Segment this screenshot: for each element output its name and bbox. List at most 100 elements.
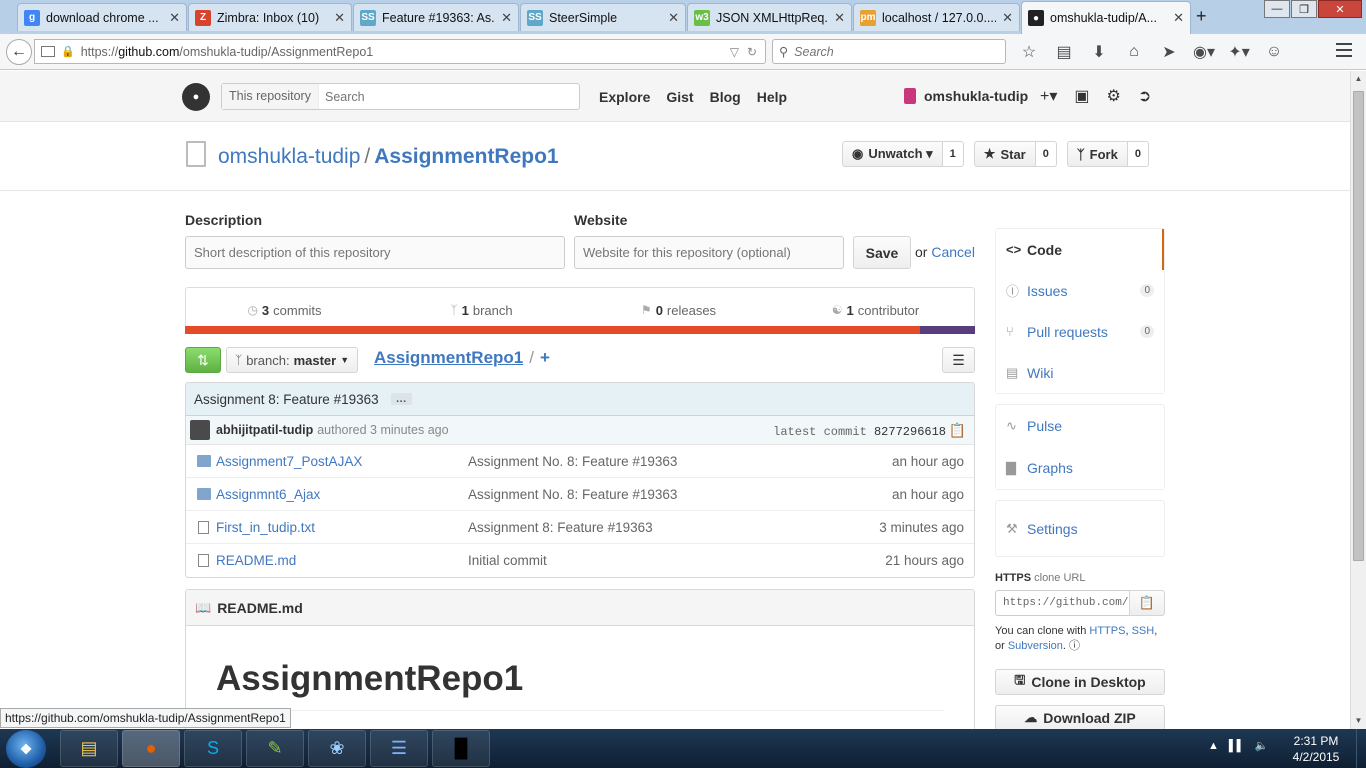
sidebar-item-code[interactable]: <> Code: [996, 229, 1164, 270]
browser-tab[interactable]: ● omshukla-tudip/A... ✕: [1021, 1, 1191, 34]
browser-search-bar[interactable]: ⚲: [772, 39, 1006, 64]
expand-commit-button[interactable]: …: [390, 393, 412, 405]
maximize-button[interactable]: ❐: [1291, 0, 1317, 18]
skype-icon[interactable]: S: [184, 730, 242, 767]
paint-icon[interactable]: ❀: [308, 730, 366, 767]
repo-owner-link[interactable]: omshukla-tudip: [218, 145, 360, 168]
clone-url-box[interactable]: [995, 590, 1130, 616]
tray-expand-icon[interactable]: ▲: [1208, 740, 1219, 752]
close-tab-icon[interactable]: ✕: [169, 10, 180, 26]
github-logo-icon[interactable]: ●: [182, 83, 210, 111]
extension-icon[interactable]: ✦▾: [1226, 42, 1252, 62]
new-tab-button[interactable]: +: [1196, 6, 1207, 27]
star-count[interactable]: 0: [1035, 141, 1057, 167]
language-segment-1[interactable]: [185, 326, 920, 334]
scroll-up-arrow[interactable]: ▲: [1351, 71, 1366, 87]
help-icon[interactable]: ⓘ: [1069, 640, 1080, 652]
command-prompt-icon[interactable]: █: [432, 730, 490, 767]
close-tab-icon[interactable]: ✕: [334, 10, 345, 26]
fork-count[interactable]: 0: [1127, 141, 1149, 167]
reload-icon[interactable]: ↻: [747, 45, 757, 59]
close-tab-icon[interactable]: ✕: [668, 10, 679, 26]
control-panel-icon[interactable]: ☰: [370, 730, 428, 767]
clone-svn-link[interactable]: Subversion: [1008, 640, 1063, 652]
description-input[interactable]: [186, 237, 564, 268]
branch-selector[interactable]: ᛉ branch: master ▼: [226, 347, 359, 373]
unwatch-button[interactable]: ◉ Unwatch ▾: [842, 141, 943, 167]
bookmarks-menu-icon[interactable]: ▤: [1051, 42, 1077, 62]
clock[interactable]: 2:31 PM 4/2/2015: [1286, 733, 1346, 765]
website-input[interactable]: [575, 237, 843, 268]
scroll-down-arrow[interactable]: ▼: [1351, 713, 1366, 729]
sidebar-item-pull-requests[interactable]: ⑂ Pull requests 0: [996, 311, 1164, 352]
list-view-button[interactable]: ☰: [942, 347, 975, 373]
url-dropdown-icon[interactable]: ▽: [730, 45, 739, 59]
sidebar-item-pulse[interactable]: ∿ Pulse: [996, 405, 1164, 446]
copy-clone-url-button[interactable]: 📋: [1129, 590, 1165, 616]
close-window-button[interactable]: ✕: [1318, 0, 1362, 18]
network-icon[interactable]: ▌▌: [1229, 740, 1245, 752]
browser-tab[interactable]: g download chrome ... ✕: [17, 3, 187, 31]
file-name-link[interactable]: Assignmnt6_Ajax: [216, 487, 468, 502]
notepad-plus-icon[interactable]: ✎: [246, 730, 304, 767]
file-name-link[interactable]: README.md: [216, 553, 468, 568]
watch-count[interactable]: 1: [942, 141, 964, 167]
vertical-scrollbar[interactable]: ▲ ▼: [1350, 71, 1366, 729]
sign-out-icon[interactable]: ➲: [1138, 86, 1151, 106]
close-tab-icon[interactable]: ✕: [1173, 10, 1184, 26]
nav-blog[interactable]: Blog: [710, 89, 741, 105]
inbox-icon[interactable]: ▣: [1074, 86, 1089, 106]
start-button[interactable]: ❖: [6, 730, 46, 768]
user-menu[interactable]: omshukla-tudip: [904, 88, 1028, 104]
language-bar[interactable]: [185, 326, 975, 334]
save-button[interactable]: Save: [853, 236, 911, 269]
repo-name-link[interactable]: AssignmentRepo1: [374, 145, 558, 168]
file-name-link[interactable]: Assignment7_PostAJAX: [216, 454, 468, 469]
description-field[interactable]: [185, 236, 565, 269]
commit-message[interactable]: Assignment 8: Feature #19363: [194, 392, 379, 407]
browser-search-input[interactable]: [794, 44, 995, 59]
cancel-link[interactable]: Cancel: [931, 244, 975, 260]
firefox-icon[interactable]: ●: [122, 730, 180, 767]
identity-icon[interactable]: [41, 46, 55, 57]
sidebar-item-settings[interactable]: ⚒ Settings: [996, 501, 1164, 556]
create-new-icon[interactable]: +▾: [1040, 86, 1057, 106]
url-text[interactable]: https://github.com/omshukla-tudip/Assign…: [81, 45, 730, 59]
downloads-icon[interactable]: ⬇: [1086, 42, 1112, 62]
breadcrumb-repo-link[interactable]: AssignmentRepo1: [374, 348, 523, 367]
home-icon[interactable]: ⌂: [1121, 42, 1147, 62]
clone-url-input[interactable]: [996, 591, 1129, 615]
browser-tab[interactable]: pm localhost / 127.0.0.... ✕: [853, 3, 1020, 31]
commit-sha[interactable]: 8277296618: [874, 425, 946, 439]
browser-tab[interactable]: w3 JSON XMLHttpReq... ✕: [687, 3, 852, 31]
gear-icon[interactable]: ⚙: [1107, 86, 1121, 106]
minimize-button[interactable]: —: [1264, 0, 1290, 18]
author-avatar[interactable]: [190, 420, 210, 440]
bookmark-star-icon[interactable]: ☆: [1016, 42, 1042, 62]
url-bar[interactable]: 🔒 https://github.com/omshukla-tudip/Assi…: [34, 39, 766, 64]
sidebar-item-issues[interactable]: Ⓘ Issues 0: [996, 270, 1164, 311]
browser-tab[interactable]: SS Feature #19363: As... ✕: [353, 3, 519, 31]
clipboard-icon[interactable]: 📋: [949, 422, 966, 439]
repo-search[interactable]: This repository: [221, 83, 580, 110]
close-tab-icon[interactable]: ✕: [834, 10, 845, 26]
compare-button[interactable]: ⇅: [185, 347, 221, 373]
commit-author[interactable]: abhijitpatil-tudip: [216, 423, 313, 437]
send-icon[interactable]: ➤: [1156, 42, 1182, 62]
nav-explore[interactable]: Explore: [599, 89, 650, 105]
browser-tab[interactable]: SS SteerSimple ✕: [520, 3, 686, 31]
site-search-input[interactable]: [318, 89, 579, 104]
volume-icon[interactable]: 🔈: [1254, 739, 1268, 752]
close-tab-icon[interactable]: ✕: [501, 10, 512, 26]
scroll-thumb[interactable]: [1353, 91, 1364, 561]
download-zip-button[interactable]: ☁ Download ZIP: [995, 705, 1165, 729]
language-segment-2[interactable]: [919, 326, 975, 334]
nav-help[interactable]: Help: [757, 89, 787, 105]
username[interactable]: omshukla-tudip: [924, 88, 1028, 104]
smiley-icon[interactable]: ☺: [1261, 42, 1287, 62]
website-field[interactable]: [574, 236, 844, 269]
sidebar-item-wiki[interactable]: ▤ Wiki: [996, 352, 1164, 393]
browser-tab[interactable]: Z Zimbra: Inbox (10) ✕: [188, 3, 352, 31]
menu-icon[interactable]: [1336, 43, 1352, 61]
clone-https-link[interactable]: HTTPS: [1089, 625, 1125, 637]
